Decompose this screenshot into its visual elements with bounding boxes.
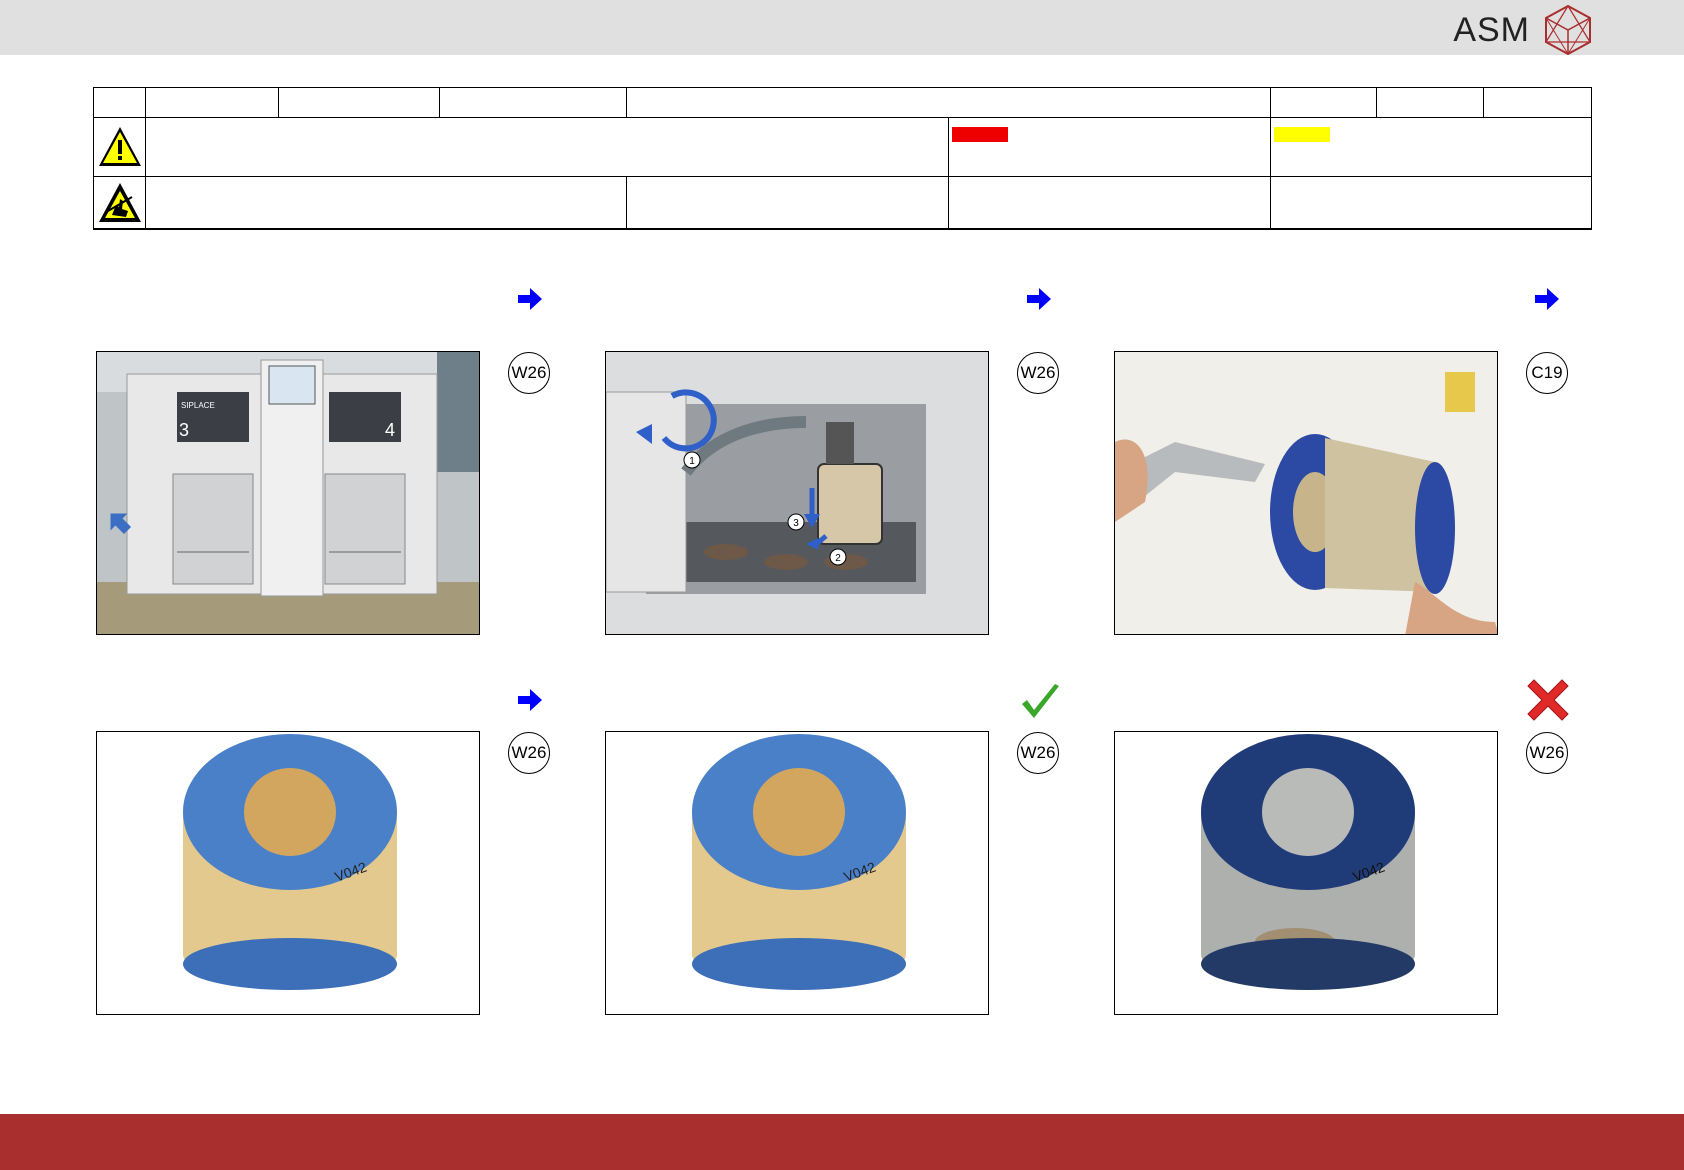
esd-icon-cell bbox=[93, 176, 146, 230]
yellow-status-cell bbox=[1270, 117, 1592, 177]
ok-check-icon bbox=[1022, 684, 1059, 718]
callout-1: 1 bbox=[689, 456, 695, 467]
warning-text-cell bbox=[145, 117, 949, 177]
esd-cell bbox=[948, 176, 1271, 230]
esd-cell bbox=[1270, 176, 1592, 230]
clean-filter-ok-illustration: V042 bbox=[692, 734, 906, 990]
placement-machine-illustration: SIPLACE 3 4 bbox=[97, 352, 479, 634]
warning-row bbox=[93, 117, 1592, 177]
blow-out-filter-photo bbox=[1114, 351, 1498, 635]
step-badge: W26 bbox=[1017, 352, 1059, 394]
next-arrow-icon bbox=[518, 689, 542, 711]
header-cell bbox=[1376, 87, 1484, 118]
brand-logo: ASM bbox=[1453, 4, 1592, 56]
machine-number-left: 3 bbox=[179, 420, 189, 440]
maintenance-header-table bbox=[93, 87, 1592, 230]
header-row-1 bbox=[93, 87, 1592, 118]
machine-number-right: 4 bbox=[385, 420, 395, 440]
header-cell bbox=[145, 87, 279, 118]
esd-row bbox=[93, 176, 1592, 230]
dirty-filter-illustration: V042 bbox=[1201, 734, 1415, 990]
filter-housing-illustration: 1 2 3 bbox=[606, 352, 988, 634]
clean-filter-illustration: V042 bbox=[183, 734, 397, 990]
esd-text-cell bbox=[145, 176, 627, 230]
step-badge: W26 bbox=[1526, 732, 1568, 774]
dirty-filter-photo: V042 bbox=[1114, 731, 1498, 1015]
top-header-bar: ASM bbox=[0, 0, 1684, 56]
header-cell bbox=[439, 87, 627, 118]
clean-filter-photo: V042 bbox=[96, 731, 480, 1015]
asm-crystal-logo-icon bbox=[1545, 4, 1591, 56]
header-cell bbox=[626, 87, 1271, 118]
next-arrow-icon bbox=[1027, 288, 1051, 310]
callout-2: 2 bbox=[835, 553, 841, 564]
clean-filter-ok-photo: V042 bbox=[605, 731, 989, 1015]
header-cell bbox=[1483, 87, 1592, 118]
esd-cell bbox=[626, 176, 949, 230]
header-cell bbox=[278, 87, 440, 118]
warning-triangle-icon bbox=[98, 127, 141, 166]
next-arrow-icon bbox=[1535, 288, 1559, 310]
callout-3: 3 bbox=[793, 518, 799, 529]
header-cell bbox=[93, 87, 146, 118]
red-status-bar bbox=[952, 127, 1008, 142]
header-cell bbox=[1270, 87, 1377, 118]
step-badge: W26 bbox=[1017, 732, 1059, 774]
next-arrow-icon bbox=[518, 288, 542, 310]
esd-hand-icon bbox=[98, 182, 141, 222]
step-badge: W26 bbox=[508, 352, 550, 394]
red-status-cell bbox=[948, 117, 1271, 177]
footer-bar bbox=[0, 1114, 1684, 1170]
step-badge: C19 bbox=[1526, 352, 1568, 394]
brand-name: ASM bbox=[1453, 10, 1530, 49]
filter-housing-photo: 1 2 3 bbox=[605, 351, 989, 635]
not-ok-cross-icon bbox=[1527, 679, 1569, 721]
placement-machine-photo: SIPLACE 3 4 bbox=[96, 351, 480, 635]
blow-out-filter-illustration bbox=[1115, 352, 1497, 634]
step-badge: W26 bbox=[508, 732, 550, 774]
machine-brand-label: SIPLACE bbox=[181, 401, 215, 410]
yellow-status-bar bbox=[1274, 127, 1330, 142]
warning-icon-cell bbox=[93, 117, 146, 177]
